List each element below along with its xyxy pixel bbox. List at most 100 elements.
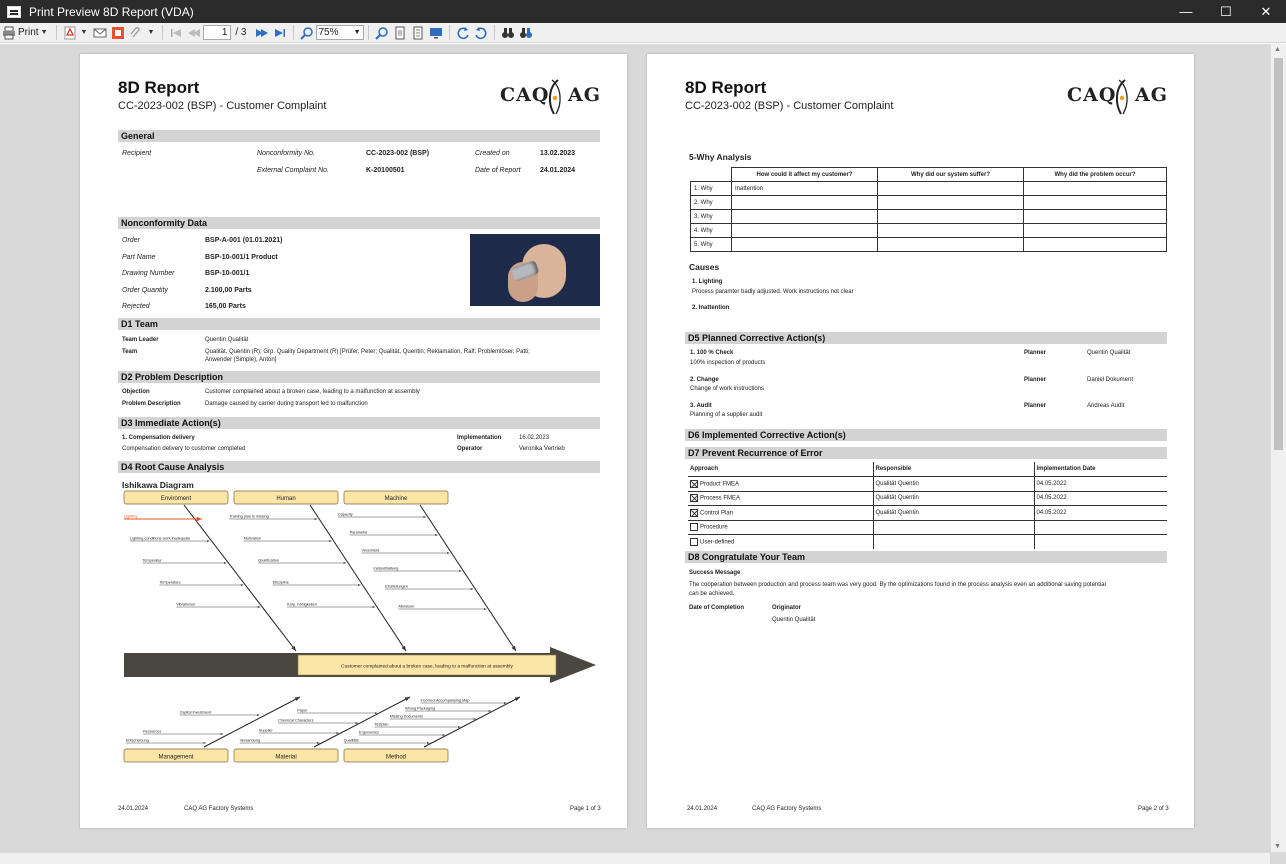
- table-row: Product FMEA Qualität Quentin 04.05.2022: [688, 476, 1167, 492]
- page-width-icon[interactable]: [411, 26, 425, 40]
- team-leader-label: Team Leader: [122, 337, 159, 343]
- horizontal-scrollbar[interactable]: [0, 852, 1270, 864]
- logo-text-right: AG: [1135, 84, 1168, 106]
- chevron-down-icon[interactable]: ▼: [41, 29, 48, 36]
- checkbox-checked[interactable]: [690, 508, 698, 517]
- logo-swoosh-icon: [548, 79, 561, 115]
- implementation-label: Implementation: [457, 435, 502, 441]
- cause-label: Versandung: [240, 739, 260, 743]
- d5-planner-label: Planner: [1024, 377, 1047, 383]
- cause-label: Temperature: [159, 581, 180, 585]
- cause-label: Parameter: [350, 531, 368, 535]
- last-page-icon[interactable]: [273, 26, 287, 40]
- scrollbar-thumb[interactable]: [1274, 58, 1283, 450]
- part-name-label: Part Name: [122, 254, 156, 261]
- company-logo: CAQ AG: [1067, 78, 1168, 115]
- zoom-page-icon[interactable]: [374, 26, 389, 40]
- report-subtitle: CC-2023-002 (BSP) - Customer Complaint: [685, 100, 894, 112]
- maximize-button[interactable]: ☐: [1206, 0, 1246, 23]
- team-label: Team: [122, 349, 138, 355]
- zoom-icon[interactable]: [299, 26, 314, 40]
- reset-icon[interactable]: [474, 26, 488, 40]
- checkbox-unchecked[interactable]: [690, 538, 698, 546]
- cause-label: Temperatur: [142, 559, 162, 563]
- spine-body: [124, 653, 296, 677]
- report-title: 8D Report: [685, 78, 767, 97]
- checkbox-checked[interactable]: [690, 479, 698, 488]
- order-label: Order: [122, 237, 140, 244]
- chevron-down-icon[interactable]: ▼: [147, 29, 154, 36]
- table-row: Control Plan Qualität Quentin 04.05.2022: [688, 505, 1167, 521]
- checkbox-unchecked[interactable]: [690, 523, 698, 532]
- date-of-completion-label: Date of Completion: [689, 605, 744, 611]
- cause-label: Instandhaltung: [373, 567, 398, 571]
- logo-text-right: AG: [568, 84, 601, 106]
- nc-no-label: Nonconformity No.: [257, 150, 315, 157]
- chevron-down-icon[interactable]: ▼: [81, 29, 88, 36]
- display-icon[interactable]: [429, 26, 443, 40]
- footer-date: 24.01.2024: [687, 806, 718, 812]
- scroll-down-icon[interactable]: ▼: [1274, 843, 1281, 850]
- cause-label: Wrong Packaging: [405, 707, 435, 711]
- first-page-icon[interactable]: [169, 26, 183, 40]
- cause-label: Capital Investment: [180, 711, 212, 715]
- cause-label: Vibrationen: [176, 603, 195, 607]
- pdf-icon: [64, 26, 75, 39]
- footer-date: 24.01.2024: [118, 806, 149, 812]
- footer-company: CAQ AG Factory Systems: [752, 806, 822, 812]
- team-leader-value: Quentin Qualität: [205, 337, 249, 343]
- print-preview-icon: [7, 5, 21, 18]
- zoom-select[interactable]: 75%: [315, 25, 364, 40]
- footer-page: Page 2 of 3: [1138, 806, 1169, 812]
- print-label: Print: [18, 27, 39, 38]
- part-name-value: BSP-10-001/1 Product: [205, 254, 278, 261]
- binoculars-icon[interactable]: [501, 26, 515, 40]
- next-page-icon[interactable]: [255, 26, 269, 40]
- originator-value: Quentin Qualität: [772, 617, 816, 623]
- checkbox-checked[interactable]: [690, 494, 698, 503]
- section-d6-implemented: D6 Implemented Corrective Action(s): [685, 429, 1167, 441]
- success-message-label: Success Message: [689, 570, 741, 576]
- rejected-value: 165,00 Parts: [205, 303, 246, 310]
- report-title: 8D Report: [118, 78, 200, 97]
- minimize-button[interactable]: —: [1166, 0, 1206, 23]
- cause-2-title: 2. Inattention: [692, 305, 730, 311]
- email-icon[interactable]: [93, 26, 107, 40]
- previous-page-icon[interactable]: [187, 26, 201, 40]
- printer-icon: [3, 26, 15, 39]
- operator-label: Operator: [457, 446, 483, 452]
- cause-label: Missing Documents: [390, 715, 423, 719]
- cause-label: Qualification: [258, 559, 279, 563]
- preview-area[interactable]: 8D Report CC-2023-002 (BSP) - Customer C…: [0, 44, 1286, 864]
- logo-swoosh-icon: [1115, 79, 1128, 115]
- edit-icon[interactable]: [111, 26, 125, 40]
- cause-label: Incorrect Accompanying Map: [420, 699, 469, 703]
- table-row: 3. Why: [690, 209, 1167, 224]
- cause-label: Resources: [143, 730, 161, 734]
- d5-item-3-planner: Andreas Audit: [1087, 403, 1125, 409]
- scroll-up-icon[interactable]: ▲: [1274, 46, 1281, 53]
- export-pdf-button[interactable]: ▼: [61, 24, 88, 42]
- attach-button[interactable]: ▼: [127, 24, 154, 42]
- table-row: 1. Why Inattention: [690, 181, 1167, 196]
- single-page-icon[interactable]: [393, 26, 407, 40]
- section-d8-congratulate: D8 Congratulate Your Team: [685, 551, 1167, 563]
- refresh-icon[interactable]: [456, 26, 470, 40]
- why-header-2: Why did our system suffer?: [877, 167, 1024, 182]
- main-bone: [309, 504, 407, 652]
- company-logo: CAQ AG: [500, 78, 601, 115]
- cause-label: Körp. Fähigkeiten: [287, 603, 317, 607]
- cause-label: Ergonomics: [359, 731, 379, 735]
- main-bone: [183, 504, 297, 652]
- close-button[interactable]: ✕: [1246, 0, 1286, 23]
- cause-1-desc: Process paramter badly adjusted. Work in…: [692, 289, 854, 295]
- d5-item-2-desc: Change of work instructions: [690, 386, 765, 392]
- success-message-line-1: The cooperation between production and p…: [689, 582, 1106, 588]
- print-button[interactable]: Print ▼: [0, 24, 48, 42]
- page-number-input[interactable]: 1: [203, 25, 232, 40]
- five-why-table: How could it affect my customer? Why did…: [690, 167, 1167, 252]
- vertical-scrollbar[interactable]: ▲ ▼: [1270, 44, 1286, 852]
- d7-header-date: Implementation Date: [1034, 462, 1167, 477]
- find-next-icon[interactable]: [519, 26, 533, 40]
- created-label: Created on: [475, 150, 510, 157]
